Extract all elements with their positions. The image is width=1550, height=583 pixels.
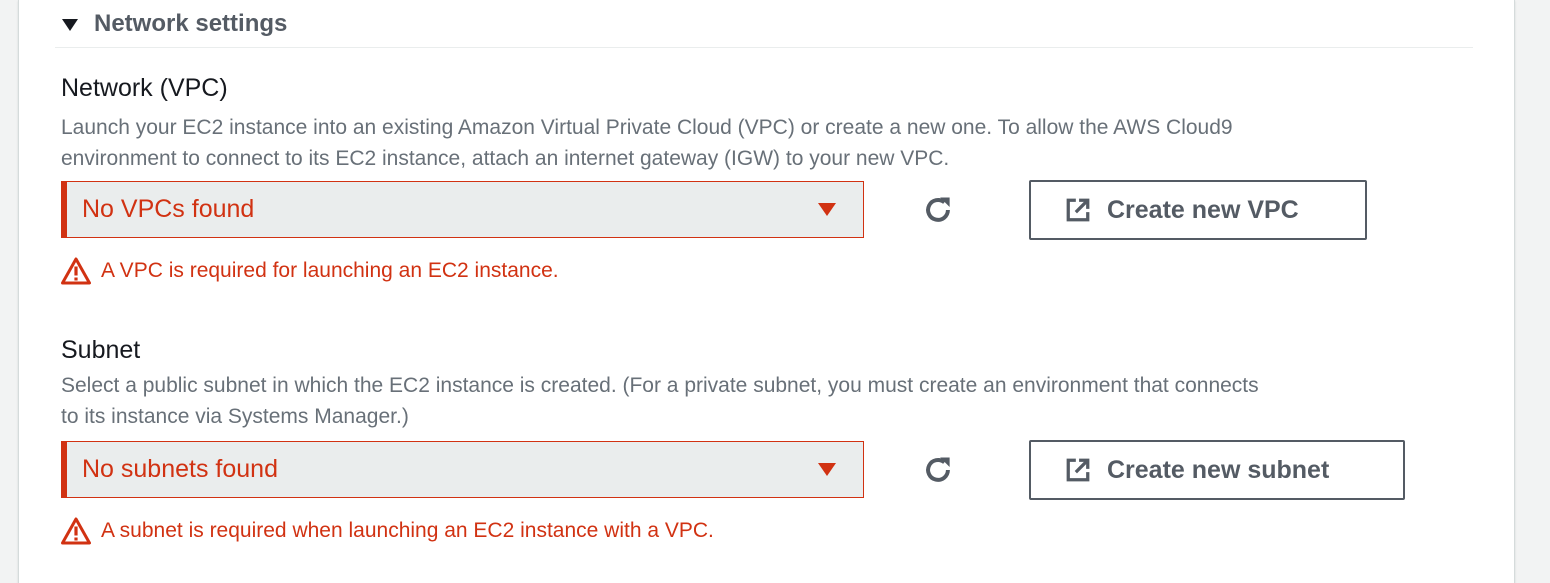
subnet-refresh-button[interactable] [918, 450, 958, 490]
subnet-label: Subnet [61, 336, 141, 364]
refresh-icon [926, 197, 950, 222]
vpc-error-text: A VPC is required for launching an EC2 i… [101, 259, 559, 282]
subnet-error: A subnet is required when launching an E… [61, 517, 714, 545]
vpc-error: A VPC is required for launching an EC2 i… [61, 257, 559, 285]
subnet-description-line-2: to its instance via Systems Manager.) [61, 405, 409, 428]
create-new-subnet-label: Create new subnet [1107, 455, 1330, 484]
subnet-select-value: No subnets found [82, 455, 278, 483]
caret-down-icon [818, 203, 836, 216]
caret-down-icon [818, 463, 836, 476]
vpc-refresh-button[interactable] [918, 190, 958, 230]
warning-icon [61, 517, 91, 545]
subnet-select[interactable]: No subnets found [61, 441, 864, 498]
vpc-select[interactable]: No VPCs found [61, 181, 864, 238]
section-title: Network settings [94, 9, 288, 37]
external-link-icon [1065, 197, 1091, 223]
create-new-vpc-button[interactable]: Create new VPC [1029, 180, 1367, 240]
subnet-description-line-1: Select a public subnet in which the EC2 … [61, 374, 1259, 397]
caret-down-icon [62, 18, 78, 31]
vpc-description: Launch your EC2 instance into an existin… [61, 112, 1461, 174]
subnet-error-text: A subnet is required when launching an E… [101, 519, 714, 542]
create-new-subnet-button[interactable]: Create new subnet [1029, 440, 1405, 500]
vpc-select-value: No VPCs found [82, 195, 255, 223]
warning-icon [61, 257, 91, 285]
create-new-vpc-label: Create new VPC [1107, 195, 1299, 224]
subnet-description: Select a public subnet in which the EC2 … [61, 370, 1461, 432]
refresh-icon [926, 457, 950, 482]
external-link-icon [1065, 457, 1091, 483]
vpc-label: Network (VPC) [61, 74, 228, 102]
vpc-description-line-2: environment to connect to its EC2 instan… [61, 147, 950, 170]
vpc-description-line-1: Launch your EC2 instance into an existin… [61, 116, 1233, 139]
network-settings-toggle[interactable]: Network settings [55, 0, 1473, 48]
